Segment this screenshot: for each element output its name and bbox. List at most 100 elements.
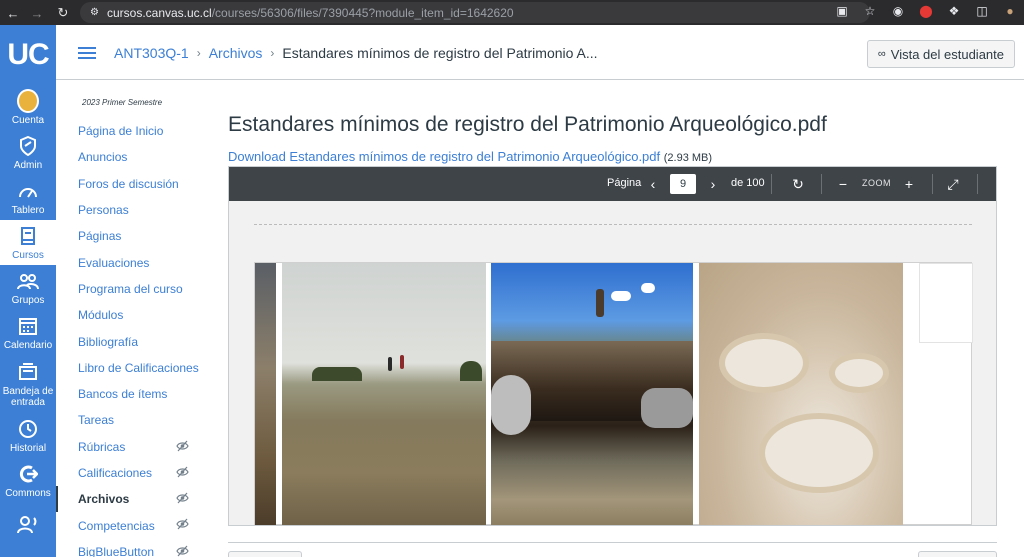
- next-module-button[interactable]: [918, 551, 997, 557]
- course-nav-item[interactable]: Competencias: [56, 512, 216, 538]
- course-nav-item[interactable]: Archivos: [56, 486, 216, 513]
- course-nav-item[interactable]: Bibliografía: [56, 328, 216, 354]
- course-nav-label: Archivos: [78, 492, 130, 507]
- breadcrumb-current: Estandares mínimos de registro del Patri…: [282, 45, 598, 61]
- course-nav-item[interactable]: Páginas: [56, 223, 216, 249]
- course-header: ANT303Q-1 › Archivos › Estandares mínimo…: [56, 25, 1024, 80]
- puzzle-icon[interactable]: ❖: [946, 3, 962, 19]
- pdf-page: [254, 262, 973, 525]
- course-nav-item[interactable]: Módulos: [56, 302, 216, 328]
- rotate-icon[interactable]: ↻: [788, 174, 808, 194]
- page-separator: [254, 224, 972, 225]
- gnav-historial[interactable]: Historial: [0, 413, 56, 458]
- clock-icon: [17, 418, 39, 440]
- course-nav-item[interactable]: Libro de Calificaciones: [56, 355, 216, 381]
- course-nav-label: Módulos: [78, 308, 124, 323]
- course-nav-label: Página de Inicio: [78, 124, 164, 139]
- page-label: Página: [607, 177, 642, 189]
- gnav-cuenta[interactable]: Cuenta: [0, 85, 56, 130]
- course-nav-item[interactable]: Bancos de ítems: [56, 381, 216, 407]
- course-nav-item[interactable]: Tareas: [56, 407, 216, 433]
- pdf-document-area[interactable]: [229, 201, 996, 525]
- bookmark-star-icon[interactable]: ☆: [862, 3, 878, 19]
- sidepanel-icon[interactable]: ◫: [974, 3, 990, 19]
- page-title: Estandares mínimos de registro del Patri…: [228, 113, 827, 136]
- gnav-bandeja[interactable]: Bandeja de entrada: [0, 355, 56, 413]
- course-nav-item[interactable]: Personas: [56, 197, 216, 223]
- course-nav-label: Páginas: [78, 229, 122, 244]
- camera-icon[interactable]: ◉: [890, 3, 906, 19]
- gnav-tablero[interactable]: Tablero: [0, 175, 56, 220]
- gnav-grupos[interactable]: Grupos: [0, 265, 56, 310]
- download-link[interactable]: Download Estandares mínimos de registro …: [228, 149, 660, 164]
- course-nav-item[interactable]: Anuncios: [56, 144, 216, 170]
- course-nav-item[interactable]: Página de Inicio: [56, 118, 216, 144]
- back-icon[interactable]: ←: [2, 2, 24, 24]
- gnav-admin[interactable]: Admin: [0, 130, 56, 175]
- hidden-eye-icon: [176, 440, 190, 454]
- zoom-in-icon[interactable]: +: [899, 174, 919, 194]
- photo-rock-shelter: [491, 263, 693, 525]
- uc-logo[interactable]: UC: [0, 25, 56, 85]
- gnav-calendario[interactable]: Calendario: [0, 310, 56, 355]
- forward-icon[interactable]: →: [26, 2, 48, 24]
- gnav-label: Grupos: [11, 294, 45, 306]
- course-nav-list: Página de Inicio Anuncios Foros de discusi…: [56, 118, 216, 557]
- course-nav-item[interactable]: Programa del curso: [56, 276, 216, 302]
- commons-icon: [17, 463, 39, 485]
- toolbar-divider: [977, 174, 978, 194]
- reload-icon[interactable]: ↻: [52, 2, 74, 24]
- address-bar[interactable]: ⚙ cursos.canvas.uc.cl/courses/56306/file…: [80, 2, 870, 23]
- install-icon[interactable]: ▣: [834, 3, 850, 19]
- course-nav-item[interactable]: BigBlueButton: [56, 539, 216, 557]
- hamburger-menu-icon[interactable]: [78, 47, 96, 59]
- course-nav-label: Rúbricas: [78, 439, 126, 454]
- course-nav-item[interactable]: Evaluaciones: [56, 249, 216, 275]
- page-total: de 100: [731, 177, 765, 189]
- gnav-label: Cursos: [12, 249, 44, 261]
- fullscreen-icon[interactable]: ⤢: [943, 174, 963, 194]
- course-nav-label: Foros de discusión: [78, 176, 179, 191]
- prev-page-icon[interactable]: ‹: [643, 174, 663, 194]
- hidden-eye-icon: [176, 518, 190, 532]
- gnav-label: Bandeja de entrada: [2, 385, 54, 408]
- next-page-icon[interactable]: ›: [703, 174, 723, 194]
- gnav-label: Commons: [5, 487, 51, 499]
- gnav-cursos[interactable]: Cursos: [0, 220, 56, 265]
- photo-edge: [255, 263, 276, 525]
- student-view-button[interactable]: ∞ Vista del estudiante: [866, 40, 1015, 68]
- extension-red-icon[interactable]: ⬤: [918, 3, 934, 19]
- course-nav-item[interactable]: Foros de discusión: [56, 171, 216, 197]
- gnav-more[interactable]: [0, 503, 56, 548]
- gnav-label: Admin: [13, 159, 43, 171]
- pdf-toolbar: Página ‹ › de 100 ↻ − ZOOM + ⤢: [229, 167, 996, 201]
- course-nav-label: Evaluaciones: [78, 255, 150, 270]
- page-number-input[interactable]: [670, 174, 696, 194]
- course-nav-item[interactable]: Rúbricas: [56, 434, 216, 460]
- breadcrumb-files[interactable]: Archivos: [209, 45, 263, 61]
- previous-module-button[interactable]: [228, 551, 302, 557]
- chevron-right-icon: ›: [270, 46, 275, 60]
- term-label: 2023 Primer Semestre: [82, 98, 163, 107]
- bottom-divider: [228, 542, 997, 543]
- course-nav-label: Anuncios: [78, 150, 128, 165]
- gnav-label: Tablero: [11, 204, 45, 216]
- profile-icon[interactable]: ●: [1002, 3, 1018, 19]
- course-nav-label: Bancos de ítems: [78, 387, 168, 402]
- zoom-out-icon[interactable]: −: [833, 174, 853, 194]
- gnav-commons[interactable]: Commons: [0, 458, 56, 503]
- dashboard-icon: [17, 180, 39, 202]
- photo-hillside: [282, 263, 486, 525]
- course-navigation: 2023 Primer Semestre Página de Inicio Anu…: [56, 80, 216, 557]
- course-nav-label: Tareas: [78, 413, 115, 428]
- course-nav-item[interactable]: Calificaciones: [56, 460, 216, 486]
- course-nav-label: Calificaciones: [78, 466, 153, 480]
- toolbar-divider: [771, 174, 772, 194]
- course-nav-label: Libro de Calificaciones: [78, 360, 199, 375]
- breadcrumb: ANT303Q-1 › Archivos › Estandares mínimo…: [114, 45, 598, 61]
- breadcrumb-course[interactable]: ANT303Q-1: [114, 45, 189, 61]
- site-info-icon[interactable]: ⚙: [90, 7, 99, 18]
- avatar: [17, 88, 39, 113]
- student-view-label: Vista del estudiante: [890, 46, 1004, 62]
- file-size: (2.93 MB): [663, 152, 713, 164]
